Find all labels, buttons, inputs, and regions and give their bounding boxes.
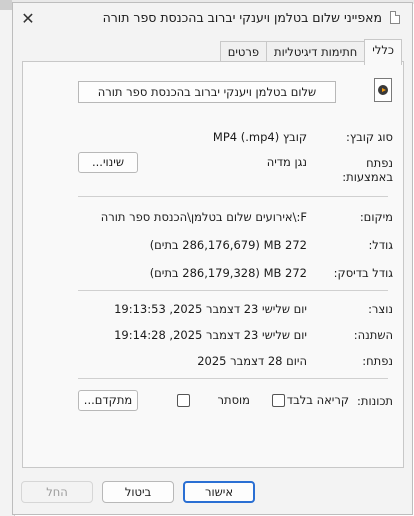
size-on-disk-label: גודל בדיסק: (333, 266, 393, 280)
window-title: מאפייני שלום בטלמן ויענקי יברוב בהכנסת ס… (102, 10, 382, 25)
advanced-button[interactable]: מתקדם... (78, 390, 138, 411)
location-label: מיקום: (359, 210, 393, 224)
opens-with-label: נפתח באמצעות: (342, 156, 393, 184)
general-tab-panel: שלום בטלמן ויענקי יברוב בהכנסת ספר תורה … (22, 61, 404, 468)
size-label: גודל: (368, 238, 393, 252)
size-on-disk-value: 272 MB ‏(286,179,328 בתים) (149, 266, 307, 280)
file-name-field[interactable]: שלום בטלמן ויענקי יברוב בהכנסת ספר תורה (78, 81, 336, 103)
file-type-value: קובץ MP4 (.mp4) (212, 130, 307, 144)
media-file-icon (374, 78, 392, 102)
created-label: נוצר: (368, 302, 393, 316)
hidden-label: מוסתר (217, 393, 250, 407)
attributes-label: תכונות: (357, 394, 393, 408)
size-value: 272 MB ‏(286,176,679 בתים) (149, 238, 307, 252)
file-type-label: סוג קובץ: (345, 130, 393, 144)
document-icon (390, 11, 400, 24)
close-button[interactable]: ✕ (13, 3, 43, 33)
location-value: F:\אירועים שלום בטלמן\הכנסת ספר תורה (100, 210, 307, 224)
title-bar: מאפייני שלום בטלמן ויענקי יברוב בהכנסת ס… (13, 3, 412, 33)
divider (78, 290, 388, 291)
readonly-label: קריאה בלבד (286, 393, 349, 407)
apply-button[interactable]: החל (21, 481, 93, 503)
hidden-checkbox[interactable] (177, 394, 190, 407)
divider (78, 378, 388, 379)
modified-value: יום שלישי 23 דצמבר 2025, 19:14:28 (114, 328, 307, 342)
created-value: יום שלישי 23 דצמבר 2025, 19:13:53 (114, 302, 307, 316)
tab-general[interactable]: כללי (364, 39, 402, 65)
tab-details[interactable]: פרטים (219, 41, 268, 63)
properties-dialog: מאפייני שלום בטלמן ויענקי יברוב בהכנסת ס… (12, 2, 413, 515)
change-button[interactable]: שינוי... (78, 152, 138, 173)
opens-with-value: נגן מדיה (266, 155, 307, 169)
divider (78, 196, 388, 197)
modified-label: השתנה: (353, 328, 393, 342)
tab-digital-signatures[interactable]: חתימות דיגיטליות (266, 41, 366, 63)
accessed-label: נפתח: (362, 354, 393, 368)
ok-button[interactable]: אישור (183, 481, 255, 503)
close-icon: ✕ (21, 8, 35, 28)
accessed-value: היום 28 דצמבר 2025 (197, 354, 307, 368)
cancel-button[interactable]: ביטול (102, 481, 174, 503)
background-window-corner (0, 0, 12, 10)
readonly-checkbox[interactable] (272, 394, 285, 407)
